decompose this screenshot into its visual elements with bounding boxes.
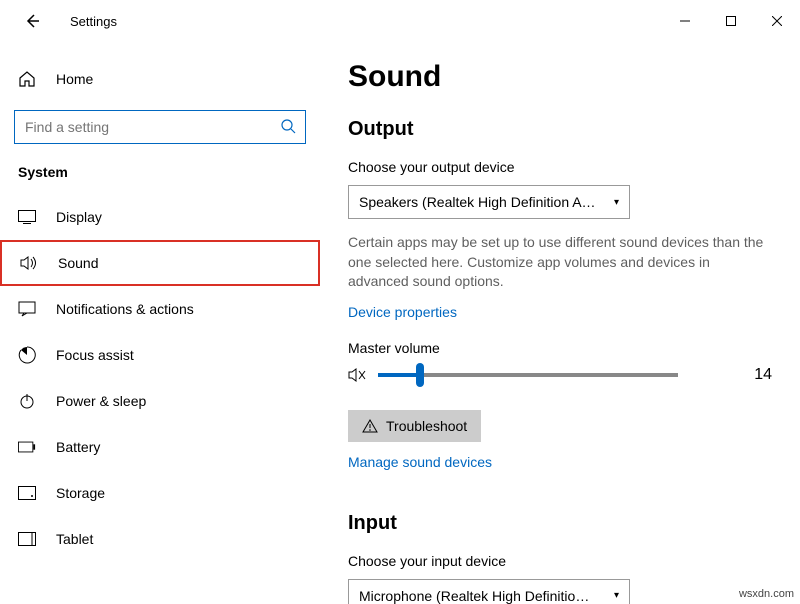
close-icon	[772, 16, 782, 26]
titlebar: Settings	[0, 0, 800, 42]
minimize-icon	[680, 16, 690, 26]
troubleshoot-label: Troubleshoot	[386, 418, 467, 434]
sidebar-item-sound[interactable]: Sound	[0, 240, 320, 286]
power-icon	[18, 392, 36, 410]
sidebar-item-label: Tablet	[56, 531, 93, 547]
search-icon	[280, 118, 296, 134]
master-volume-label: Master volume	[348, 340, 772, 356]
window-title: Settings	[70, 14, 117, 29]
sidebar-item-label: Battery	[56, 439, 100, 455]
warning-icon	[362, 419, 378, 433]
sidebar-item-label: Power & sleep	[56, 393, 146, 409]
sidebar-item-storage[interactable]: Storage	[0, 470, 320, 516]
sidebar-item-focus[interactable]: Focus assist	[0, 332, 320, 378]
speaker-muted-icon[interactable]	[348, 366, 368, 384]
content-pane: Sound Output Choose your output device S…	[320, 42, 800, 604]
volume-slider[interactable]	[378, 373, 678, 377]
category-heading: System	[0, 164, 320, 194]
input-choose-label: Choose your input device	[348, 553, 772, 569]
battery-icon	[18, 441, 36, 453]
sidebar-item-label: Display	[56, 209, 102, 225]
chevron-down-icon: ▾	[614, 590, 619, 601]
focus-icon	[18, 346, 36, 364]
input-device-select[interactable]: Microphone (Realtek High Definitio… ▾	[348, 579, 630, 604]
maximize-button[interactable]	[708, 0, 754, 42]
page-title: Sound	[348, 60, 772, 94]
minimize-button[interactable]	[662, 0, 708, 42]
home-icon	[18, 70, 36, 88]
manage-devices-link[interactable]: Manage sound devices	[348, 454, 492, 470]
sidebar-item-label: Sound	[58, 255, 98, 271]
chevron-down-icon: ▾	[614, 197, 619, 208]
close-button[interactable]	[754, 0, 800, 42]
output-device-select[interactable]: Speakers (Realtek High Definition A… ▾	[348, 185, 630, 219]
storage-icon	[18, 486, 36, 500]
output-description: Certain apps may be set up to use differ…	[348, 233, 772, 292]
sidebar-item-tablet[interactable]: Tablet	[0, 516, 320, 562]
troubleshoot-button[interactable]: Troubleshoot	[348, 410, 481, 442]
input-device-value: Microphone (Realtek High Definitio…	[359, 588, 589, 604]
sidebar: Home System Display Sound Notifications …	[0, 42, 320, 604]
sidebar-item-label: Notifications & actions	[56, 301, 194, 317]
back-button[interactable]	[22, 11, 42, 31]
output-device-value: Speakers (Realtek High Definition A…	[359, 194, 596, 210]
output-heading: Output	[348, 118, 772, 141]
sidebar-item-label: Focus assist	[56, 347, 134, 363]
input-heading: Input	[348, 512, 772, 535]
device-properties-link[interactable]: Device properties	[348, 304, 457, 320]
arrow-left-icon	[24, 13, 40, 29]
sidebar-item-notifications[interactable]: Notifications & actions	[0, 286, 320, 332]
sidebar-item-display[interactable]: Display	[0, 194, 320, 240]
display-icon	[18, 210, 36, 224]
home-label: Home	[56, 71, 93, 87]
maximize-icon	[726, 16, 736, 26]
volume-value: 14	[754, 366, 772, 384]
sidebar-item-power[interactable]: Power & sleep	[0, 378, 320, 424]
slider-fill	[378, 373, 420, 377]
watermark: wsxdn.com	[739, 588, 794, 600]
search-input[interactable]	[14, 110, 306, 144]
sidebar-item-battery[interactable]: Battery	[0, 424, 320, 470]
notifications-icon	[18, 301, 36, 317]
sidebar-item-label: Storage	[56, 485, 105, 501]
tablet-icon	[18, 532, 36, 546]
sound-icon	[20, 255, 38, 271]
sidebar-item-home[interactable]: Home	[0, 62, 320, 96]
output-choose-label: Choose your output device	[348, 159, 772, 175]
slider-thumb	[416, 363, 424, 387]
